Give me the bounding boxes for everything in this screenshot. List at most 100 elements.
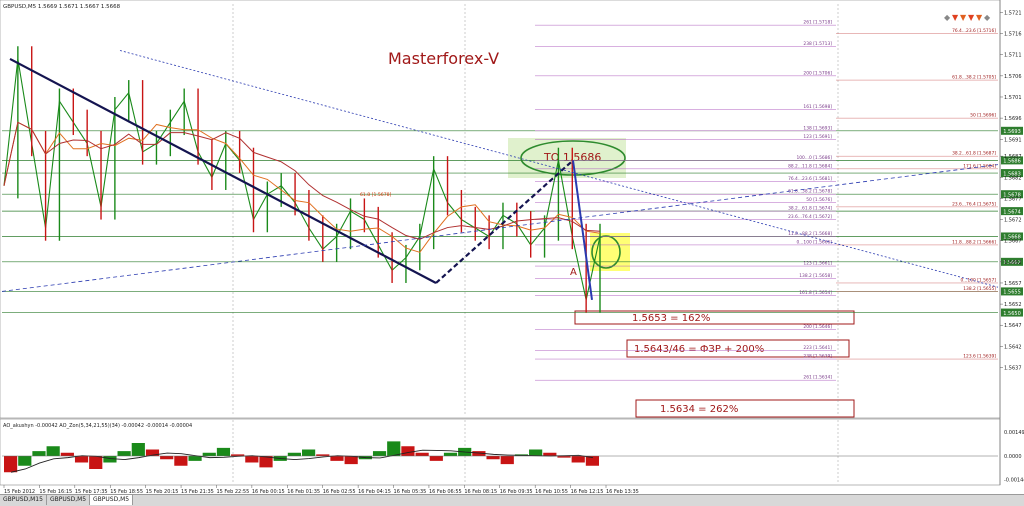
small-level-label: 61.8 [1.5678]	[360, 192, 392, 198]
fib-label: 123 [1.5691]	[803, 134, 832, 140]
current-zone-annotation	[590, 233, 630, 271]
ao-bar	[486, 456, 500, 460]
fib-label: 238 [1.5713]	[803, 41, 832, 47]
ao-bar	[443, 452, 458, 456]
ao-bar	[372, 451, 387, 456]
y-tick-label: 1.5687	[1004, 154, 1022, 160]
y-tick-label: 1.5716	[1004, 32, 1022, 38]
fib-label: 100...0 [1.5686]	[796, 155, 832, 161]
y-tick-label: 1.5647	[1004, 323, 1022, 329]
price-label-text: 1.5674	[1003, 209, 1021, 215]
ao-bar	[500, 456, 514, 465]
fib-label-right: 38.2...61.8 [1.5687]	[952, 151, 996, 157]
svg-text:▼: ▼	[968, 13, 975, 22]
ao-tick-label: 0.0000	[1004, 454, 1022, 460]
y-tick-label: 1.5721	[1004, 10, 1022, 16]
fib-label: 138.2 [1.5658]	[799, 273, 832, 279]
price-label-text: 1.5655	[1003, 290, 1021, 296]
fib-label: 200 [1.5646]	[803, 324, 832, 330]
svg-text:◆: ◆	[984, 13, 991, 22]
tab-gbpusd-m15[interactable]: GBPUSD,M15	[0, 495, 47, 505]
y-tick-label: 1.5706	[1004, 74, 1022, 80]
ao-bar	[160, 456, 174, 460]
main-plot-frame	[0, 0, 1001, 419]
indicator-header: AO_akushyn -0.00042 AO_Zon(5,34,21,55)(3…	[3, 423, 192, 429]
ao-bar	[4, 456, 18, 473]
fib-label-right: 138.2 [1.5655]	[963, 286, 996, 292]
ao-bar	[529, 449, 543, 456]
ao-bar	[216, 447, 231, 456]
y-tick-label: 1.5652	[1004, 302, 1022, 308]
fib-label: 76.4...23.6 [1.5681]	[788, 176, 832, 182]
fib-label: 0...100 [1.5666]	[796, 239, 832, 245]
fib-label: 50 [1.5676]	[806, 197, 832, 203]
fib-label: 261 [1.5718]	[803, 20, 832, 26]
fib-label: 161.8 [1.5654]	[799, 290, 832, 296]
y-tick-label: 1.5672	[1004, 218, 1022, 224]
ao-bar	[18, 456, 32, 466]
ao-bar	[344, 456, 358, 465]
y-tick-label: 1.5696	[1004, 116, 1022, 122]
trade-arrows-icon: ◆ ▼ ▼ ▼ ▼ ◆	[944, 13, 991, 22]
tab-gbpusd-m5-a[interactable]: GBPUSD,M5	[47, 495, 90, 505]
ao-bar	[117, 451, 131, 456]
ao-bar	[429, 456, 443, 461]
fib-label-right: 123.6 [1.5639]	[963, 354, 996, 360]
y-tick-label: 1.5637	[1004, 366, 1022, 372]
y-tick-label: 1.5701	[1004, 95, 1022, 101]
ao-bar	[174, 456, 188, 466]
fib-label-right: 11.8...88.2 [1.5666]	[952, 239, 996, 245]
y-tick-label: 1.5662	[1004, 260, 1022, 266]
ao-bar	[571, 456, 585, 463]
ao-bar	[287, 452, 301, 456]
fib-label-right: 23.6...76.4 [1.5675]	[952, 201, 996, 207]
svg-text:◆: ◆	[944, 13, 951, 22]
fib-label: 123 [1.5661]	[803, 261, 832, 267]
price-label-text: 1.5693	[1003, 129, 1021, 135]
target-box-200-label: 1.5643/46 = ФЗР + 200%	[634, 344, 764, 355]
symbol-header: GBPUSD,M5 1.5669 1.5671 1.5667 1.5668	[3, 4, 121, 10]
ao-bar	[131, 443, 145, 456]
fib-label: 200 [1.5706]	[803, 70, 832, 76]
ao-bar	[387, 441, 401, 456]
fib-label: 138 [1.5693]	[803, 125, 832, 131]
price-label-text: 1.5650	[1003, 311, 1021, 317]
ao-bar	[415, 452, 429, 456]
chart-svg: GBPUSD,M5 1.5669 1.5671 1.5667 1.5668 AO…	[0, 0, 1024, 495]
mt4-chart-window: GBPUSD,M5 1.5669 1.5671 1.5667 1.5668 AO…	[0, 0, 1024, 506]
brand-label: Masterforex-V	[388, 49, 499, 68]
current-zone-highlight	[590, 233, 630, 271]
ao-bar	[46, 446, 60, 456]
ao-bar	[202, 452, 216, 456]
chart-tabbar: GBPUSD,M15 GBPUSD,M5 GBPUSD,M5	[0, 494, 1024, 506]
svg-text:▼: ▼	[960, 13, 967, 22]
ao-bar	[401, 446, 415, 456]
y-tick-label: 1.5677	[1004, 196, 1022, 202]
fib-label: 261 [1.5634]	[803, 375, 832, 381]
svg-text:▼: ▼	[976, 13, 983, 22]
target-ellipse-annotation: TO 1.5686	[508, 138, 626, 178]
target-box-262-label: 1.5634 = 262%	[660, 404, 738, 415]
fib-label: 38.2...61.8 [1.5674]	[788, 206, 832, 212]
fib-label: 161 [1.5698]	[803, 104, 832, 110]
fib-label-right: 76.4...23.6 [1.5716]	[952, 28, 996, 34]
fib-label: 238 [1.5639]	[803, 354, 832, 360]
fib-label: 88.2...11.8 [1.5684]	[788, 163, 832, 169]
ao-tick-label: 0.00149	[1004, 430, 1024, 436]
fib-label: 11.8...88.2 [1.5668]	[788, 231, 832, 237]
ao-bar	[302, 449, 316, 456]
ao-bar	[32, 451, 46, 456]
y-tick-label: 1.5711	[1004, 53, 1022, 59]
ao-bar	[74, 456, 89, 463]
y-tick-label: 1.5682	[1004, 175, 1022, 181]
svg-text:▼: ▼	[952, 13, 959, 22]
fib-label: 61.8...38.2 [1.5678]	[788, 189, 832, 195]
y-tick-label: 1.5667	[1004, 239, 1022, 245]
y-tick-label: 1.5642	[1004, 344, 1022, 350]
y-tick-label: 1.5657	[1004, 281, 1022, 287]
tab-gbpusd-m5-b[interactable]: GBPUSD,M5	[90, 495, 133, 505]
point-a-label: A	[570, 267, 577, 278]
ao-bar	[188, 456, 202, 461]
fib-label-right: 0...100 [1.5657]	[960, 277, 996, 283]
ao-bar	[60, 452, 74, 456]
